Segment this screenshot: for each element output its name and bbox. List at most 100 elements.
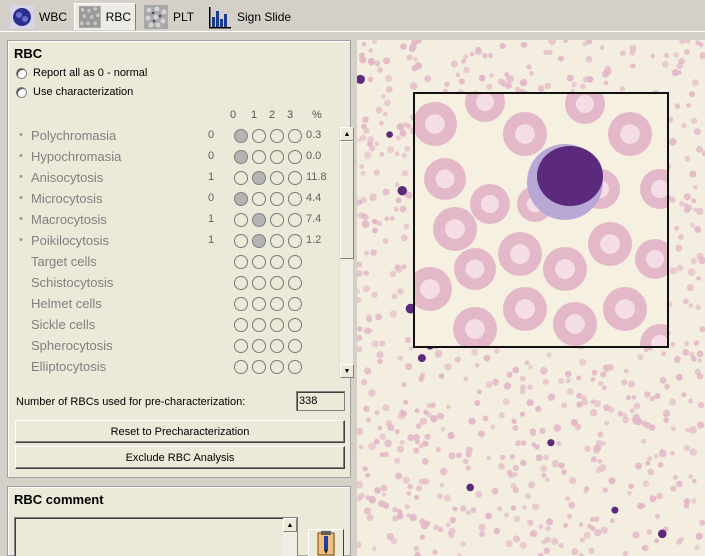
red-cell [357,270,363,277]
exclude-rbc-analysis-button[interactable]: Exclude RBC Analysis [15,446,345,469]
grade-option-2[interactable] [270,276,284,290]
red-cell [424,75,432,83]
grade-option-0[interactable] [234,213,248,227]
comment-scrollbar[interactable]: ▲ [283,518,297,556]
red-cell [371,291,378,298]
red-cell [415,423,422,429]
grade-option-2[interactable] [270,213,284,227]
rbc-characterization-panel: RBC Report all as 0 - normal Use charact… [7,40,354,478]
grade-option-3[interactable] [288,192,302,206]
grade-option-1[interactable] [252,360,266,374]
red-cell [497,506,503,512]
grade-option-1[interactable] [252,129,266,143]
grade-option-2[interactable] [270,234,284,248]
scroll-up-icon[interactable]: ▲ [283,518,297,532]
scroll-down-icon[interactable]: ▼ [340,364,354,378]
red-cell [678,200,685,207]
red-cell [519,541,527,549]
grade-option-1[interactable] [252,318,266,332]
grade-option-2[interactable] [270,150,284,164]
red-cell-center [445,219,465,239]
blood-smear-viewer[interactable] [357,40,705,556]
grade-option-1[interactable] [252,192,266,206]
red-cell [589,409,598,417]
red-cell [357,427,364,436]
grade-option-1[interactable] [252,234,266,248]
radio-label: Report all as 0 - normal [33,67,148,79]
scroll-up-icon[interactable]: ▲ [340,127,354,141]
grade-option-2[interactable] [270,318,284,332]
red-cell [394,429,400,435]
list-scrollbar[interactable]: ▲ ▼ [339,127,354,378]
radio-use-characterization[interactable]: Use characterization [16,86,133,98]
comment-textarea[interactable]: ▲ [14,517,298,556]
red-cell [689,170,697,178]
grade-option-3[interactable] [288,276,302,290]
radio-button[interactable] [16,67,27,79]
grade-option-0[interactable] [234,255,248,269]
tab-plt[interactable]: PLT [140,3,198,30]
grade-option-3[interactable] [288,171,302,185]
reset-precharacterization-button[interactable]: Reset to Precharacterization [15,420,345,443]
grade-option-0[interactable] [234,297,248,311]
grade-option-3[interactable] [288,297,302,311]
grade-option-3[interactable] [288,234,302,248]
grade-option-0[interactable] [234,150,248,164]
red-cell [447,432,455,440]
grade-option-1[interactable] [252,255,266,269]
red-cell [683,298,689,305]
grade-option-0[interactable] [234,276,248,290]
morphology-name: Macrocytosis [31,212,107,227]
grade-option-0[interactable] [234,318,248,332]
grade-option-0[interactable] [234,339,248,353]
grade-option-1[interactable] [252,171,266,185]
red-cell [663,52,670,58]
red-cell [699,326,705,333]
grade-option-2[interactable] [270,255,284,269]
grade-option-3[interactable] [288,339,302,353]
grade-option-3[interactable] [288,360,302,374]
comment-title: RBC comment [14,492,104,507]
grade-option-2[interactable] [270,360,284,374]
red-cell [360,170,366,176]
grade-option-3[interactable] [288,213,302,227]
grade-option-1[interactable] [252,339,266,353]
grade-option-1[interactable] [252,297,266,311]
grade-option-1[interactable] [252,213,266,227]
radio-report-normal[interactable]: Report all as 0 - normal [16,67,147,79]
grade-option-2[interactable] [270,171,284,185]
grade-option-0[interactable] [234,171,248,185]
row-bullet-icon: • [19,192,23,204]
scroll-thumb[interactable] [340,141,354,259]
grade-option-3[interactable] [288,255,302,269]
grade-option-2[interactable] [270,192,284,206]
grade-option-3[interactable] [288,129,302,143]
grade-option-0[interactable] [234,192,248,206]
radio-button[interactable] [16,86,27,98]
grade-option-0[interactable] [234,234,248,248]
tab-wbc[interactable]: WBC [6,3,71,30]
comment-edit-button[interactable] [308,529,344,556]
grade-option-1[interactable] [252,276,266,290]
tab-rbc[interactable]: RBC [74,3,136,30]
red-cell [520,42,527,48]
tab-sign-slide[interactable]: Sign Slide [204,3,295,30]
red-cell [697,358,703,363]
grade-option-1[interactable] [252,150,266,164]
red-cell [364,250,369,256]
grade-option-3[interactable] [288,318,302,332]
red-cell [419,417,427,425]
grade-option-2[interactable] [270,129,284,143]
grade-option-0[interactable] [234,360,248,374]
red-cell [361,379,368,386]
morphology-name: Elliptocytosis [31,359,107,374]
red-cell [699,519,705,526]
grade-option-3[interactable] [288,150,302,164]
grade-option-2[interactable] [270,297,284,311]
tab-bar: WBC RBC PLT Sign Slide [0,0,705,32]
red-cell-center [620,124,640,144]
grade-option-0[interactable] [234,129,248,143]
red-cell [500,454,506,461]
red-cell [527,519,534,526]
grade-option-2[interactable] [270,339,284,353]
